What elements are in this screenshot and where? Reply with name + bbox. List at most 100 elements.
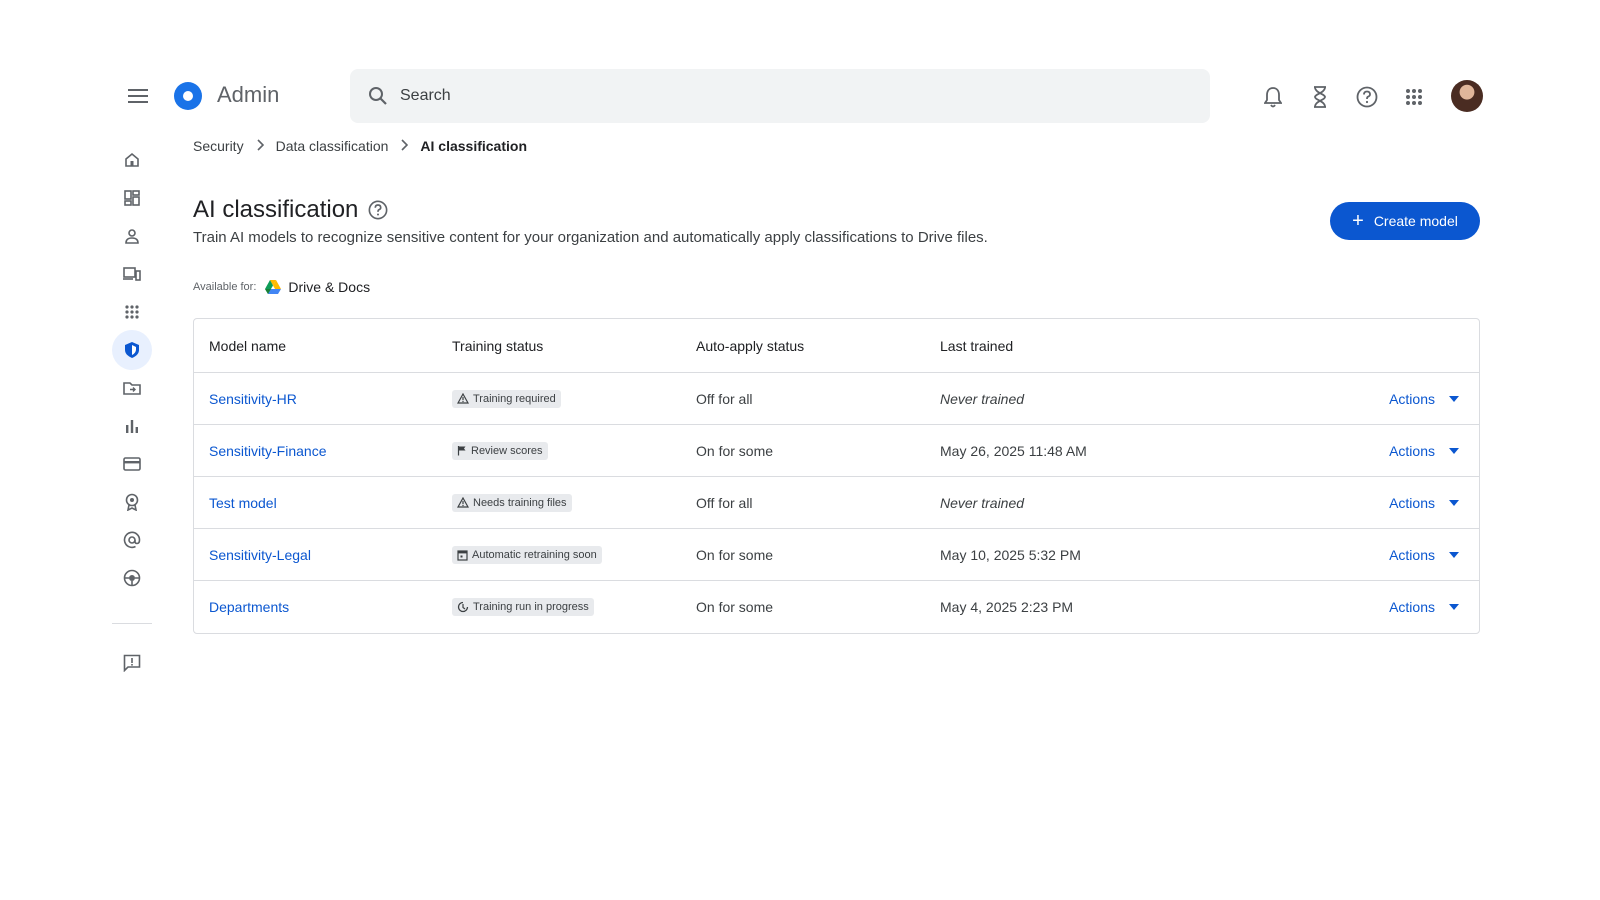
table-row: Departments Training run in progress On fo… xyxy=(194,581,1479,633)
caret-down-icon xyxy=(1449,395,1459,402)
table-row: Test model Needs training files Off for al… xyxy=(194,477,1479,529)
training-status-cell: Training required xyxy=(437,389,681,408)
support-icon[interactable] xyxy=(112,558,152,598)
feedback-icon[interactable] xyxy=(112,643,152,683)
table-row: Sensitivity-HR Training required Off for a… xyxy=(194,373,1479,425)
models-table: Model name Training status Auto-apply st… xyxy=(193,318,1480,634)
column-header[interactable]: Model name xyxy=(194,338,437,354)
help-icon[interactable] xyxy=(368,200,388,220)
last-trained: May 4, 2025 2:23 PM xyxy=(940,599,1074,615)
breadcrumb-data-classification[interactable]: Data classification xyxy=(276,138,389,154)
apps-icon[interactable] xyxy=(112,292,152,332)
table-row: Sensitivity-Legal Automatic retraining so… xyxy=(194,529,1479,581)
column-header[interactable]: Training status xyxy=(437,338,681,354)
breadcrumb-current: AI classification xyxy=(420,138,527,154)
training-status-label: Review scores xyxy=(471,444,543,457)
actions-label: Actions xyxy=(1389,442,1435,459)
help-icon[interactable] xyxy=(1354,84,1380,110)
warning-icon xyxy=(457,497,469,508)
search-bar[interactable] xyxy=(350,69,1210,123)
apps-grid-icon[interactable] xyxy=(1401,84,1427,110)
create-model-label: Create model xyxy=(1373,213,1458,229)
training-status-label: Automatic retraining soon xyxy=(472,548,597,561)
table-body: Sensitivity-HR Training required Off for a… xyxy=(194,373,1479,633)
actions-label: Actions xyxy=(1389,390,1435,407)
table-row: Sensitivity-Finance Review scores On for s… xyxy=(194,425,1479,477)
last-trained: May 10, 2025 5:32 PM xyxy=(940,546,1081,563)
search-icon xyxy=(366,84,390,108)
available-for: Available for: Drive & Docs xyxy=(193,279,370,295)
caret-down-icon xyxy=(1449,551,1459,558)
training-status-cell: Automatic retraining soon xyxy=(437,545,681,564)
create-model-button[interactable]: + Create model xyxy=(1330,202,1480,240)
column-header[interactable]: Last trained xyxy=(925,338,1225,354)
reports-icon[interactable] xyxy=(112,406,152,446)
auto-apply-status: Off for all xyxy=(696,390,753,407)
avatar[interactable] xyxy=(1451,80,1483,112)
model-name-cell: Sensitivity-HR xyxy=(194,391,437,407)
auto-apply-status: On for some xyxy=(696,599,774,615)
drive-icon xyxy=(264,279,282,295)
auto-apply-status: On for some xyxy=(696,546,774,563)
training-status-cell: Needs training files xyxy=(437,493,681,512)
home-icon[interactable] xyxy=(112,140,152,180)
training-status-label: Training required xyxy=(473,392,556,405)
main-menu-icon[interactable] xyxy=(126,84,150,108)
chevron-right-icon xyxy=(400,138,409,154)
training-status-chip: Automatic retraining soon xyxy=(452,545,602,564)
breadcrumb: Security Data classification AI classifi… xyxy=(193,138,527,154)
training-status-cell: Review scores xyxy=(437,441,681,460)
warning-icon xyxy=(457,393,469,404)
model-name-link[interactable]: Departments xyxy=(209,599,289,615)
model-name-link[interactable]: Sensitivity-HR xyxy=(209,391,297,407)
actions-label: Actions xyxy=(1389,599,1435,615)
rail-divider xyxy=(112,623,152,624)
last-trained: May 26, 2025 11:48 AM xyxy=(940,442,1087,459)
model-name-link[interactable]: Sensitivity-Finance xyxy=(209,443,327,459)
available-label: Available for: xyxy=(193,281,257,293)
user-icon[interactable] xyxy=(112,216,152,256)
actions-label: Actions xyxy=(1389,546,1435,563)
account-at-icon[interactable] xyxy=(112,520,152,560)
page-title: AI classification xyxy=(193,196,359,223)
actions-label: Actions xyxy=(1389,494,1435,511)
last-trained: Never trained xyxy=(940,390,1025,407)
top-bar: Admin xyxy=(0,0,1600,130)
actions-menu-button[interactable]: Actions xyxy=(1225,443,1481,459)
column-header[interactable]: Auto-apply status xyxy=(681,338,925,354)
training-status-label: Needs training files xyxy=(473,496,567,509)
breadcrumb-security[interactable]: Security xyxy=(193,138,244,154)
training-status-label: Training run in progress xyxy=(473,601,589,613)
training-status-chip: Needs training files xyxy=(452,493,572,512)
devices-icon[interactable] xyxy=(112,254,152,294)
actions-menu-button[interactable]: Actions xyxy=(1225,495,1481,511)
model-name-cell: Test model xyxy=(194,495,437,511)
model-name-cell: Sensitivity-Finance xyxy=(194,443,437,459)
caret-down-icon xyxy=(1449,447,1459,454)
training-status-chip: Training required xyxy=(452,389,561,408)
dashboard-icon[interactable] xyxy=(112,178,152,218)
actions-menu-button[interactable]: Actions xyxy=(1225,391,1481,407)
model-name-cell: Sensitivity-Legal xyxy=(194,547,437,563)
search-input[interactable] xyxy=(400,87,1180,105)
model-name-link[interactable]: Sensitivity-Legal xyxy=(209,547,311,563)
rules-icon[interactable] xyxy=(112,482,152,522)
actions-menu-button[interactable]: Actions xyxy=(1225,547,1481,563)
chevron-right-icon xyxy=(256,138,264,154)
billing-icon[interactable] xyxy=(112,444,152,484)
app-title: Admin xyxy=(217,82,280,107)
auto-apply-status: On for some xyxy=(696,442,774,459)
hourglass-icon[interactable] xyxy=(1307,84,1333,110)
training-status-chip: Review scores xyxy=(452,441,548,460)
admin-logo[interactable] xyxy=(174,82,202,110)
auto-apply-status: Off for all xyxy=(696,494,753,511)
model-name-link[interactable]: Test model xyxy=(209,495,277,511)
model-name-cell: Departments xyxy=(194,599,437,615)
security-shield-icon[interactable] xyxy=(112,330,152,370)
flag-icon xyxy=(457,445,467,456)
available-product: Drive & Docs xyxy=(288,279,371,295)
page-title-row: AI classification xyxy=(193,196,388,224)
actions-menu-button[interactable]: Actions xyxy=(1225,599,1481,615)
notifications-icon[interactable] xyxy=(1260,84,1286,110)
folder-icon[interactable] xyxy=(112,368,152,408)
